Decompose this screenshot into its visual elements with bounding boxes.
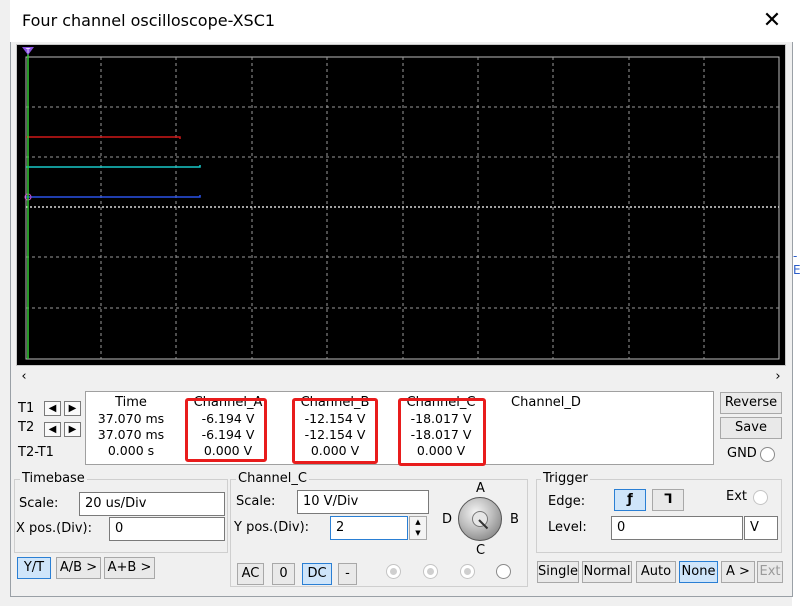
grid-lines [26, 57, 779, 359]
channel-radio-1[interactable] [386, 564, 401, 579]
scroll-right-icon[interactable]: › [770, 369, 786, 384]
edge-falling-button[interactable]: ⅂ [652, 489, 684, 511]
channel-d-column: Channel_D [500, 395, 592, 411]
timebase-group [14, 479, 228, 553]
knob-label-c: C [476, 543, 486, 558]
channel-d-header: Channel_D [511, 395, 581, 410]
window-title: Four channel oscilloscope-XSC1 [22, 11, 276, 30]
edge-label: Edge: [548, 494, 586, 509]
knob-label-a: A [476, 481, 485, 496]
channel-radio-3[interactable] [460, 564, 475, 579]
level-field[interactable]: 0 [611, 516, 743, 540]
edge-rising-button[interactable]: ƒ [614, 489, 646, 511]
mode-ab-button[interactable]: A/B > [56, 557, 101, 579]
scroll-left-icon[interactable]: ‹ [16, 369, 32, 384]
channel-scale-label: Scale: [236, 494, 276, 509]
trigger-source-button[interactable]: A > [721, 561, 755, 583]
gnd-radio[interactable] [760, 447, 775, 462]
xpos-label: X pos.(Div): [16, 521, 92, 536]
channel-radio-4[interactable] [496, 564, 511, 579]
trigger-ext-button[interactable]: Ext [757, 561, 783, 583]
background-edge-mark: -E [793, 249, 801, 277]
gnd-label: GND [727, 446, 757, 461]
trigger-normal-button[interactable]: Normal [582, 561, 632, 583]
rising-edge-icon: ƒ [627, 492, 633, 507]
coupling-dc-button[interactable]: DC [302, 563, 332, 585]
knob-label-d: D [442, 512, 453, 527]
ext-trigger-radio[interactable] [753, 490, 768, 505]
timebase-scale-field[interactable]: 20 us/Div [79, 492, 225, 516]
level-label: Level: [548, 520, 587, 535]
trigger-label: Trigger [541, 471, 590, 486]
stepper-down-icon[interactable]: ▼ [410, 528, 426, 539]
time-t1: 37.070 ms [97, 411, 165, 426]
stepper-up-icon[interactable]: ▲ [410, 517, 426, 528]
cursor-t1-marker: T [25, 47, 31, 55]
trace-channel-c [26, 195, 201, 198]
timebase-scale-label: Scale: [19, 496, 59, 511]
time-t2: 37.070 ms [97, 427, 165, 442]
mode-yt-button[interactable]: Y/T [17, 557, 51, 579]
timebase-label: Timebase [20, 471, 87, 486]
coupling-invert-button[interactable]: - [338, 563, 357, 585]
ypos-label: Y pos.(Div): [234, 520, 310, 535]
trace-channel-a [26, 136, 181, 139]
channel-radio-2[interactable] [423, 564, 438, 579]
background-area [792, 0, 803, 606]
time-diff: 0.000 s [107, 443, 155, 458]
coupling-zero-button[interactable]: 0 [272, 563, 295, 585]
time-header: Time [115, 395, 147, 410]
row-label-t2: T2 [18, 420, 35, 435]
close-icon[interactable]: ✕ [760, 8, 784, 33]
trigger-single-button[interactable]: Single [537, 561, 579, 583]
trigger-none-button[interactable]: None [679, 561, 718, 583]
knob-label-b: B [510, 512, 519, 527]
screen-scrollbar[interactable]: ‹ › [16, 368, 786, 387]
scope-display: T [22, 47, 780, 360]
coupling-ac-button[interactable]: AC [237, 563, 264, 585]
xpos-field[interactable]: 0 [109, 517, 225, 541]
t2-left-arrow-icon[interactable]: ◀ [44, 422, 61, 437]
channel-group-label: Channel_C [236, 471, 309, 486]
trace-channel-b [26, 165, 201, 168]
save-button[interactable]: Save [720, 417, 782, 439]
channel-selector-knob[interactable] [458, 497, 502, 541]
highlight-channel-a [185, 398, 267, 462]
highlight-channel-c [398, 398, 486, 466]
ext-label: Ext [726, 489, 748, 504]
t1-left-arrow-icon[interactable]: ◀ [44, 401, 61, 416]
row-label-t2-t1: T2-T1 [18, 445, 54, 460]
row-label-t1: T1 [18, 401, 35, 416]
t1-right-arrow-icon[interactable]: ▶ [64, 401, 81, 416]
channel-scale-field[interactable]: 10 V/Div [297, 490, 429, 514]
scope-screen[interactable]: T [16, 44, 786, 366]
time-column: Time 37.070 ms 37.070 ms 0.000 s [90, 395, 172, 459]
mode-apb-button[interactable]: A+B > [104, 557, 155, 579]
level-unit-field[interactable]: V [744, 516, 778, 540]
ypos-field[interactable]: 2 [330, 516, 408, 540]
reverse-button[interactable]: Reverse [720, 392, 782, 414]
trigger-auto-button[interactable]: Auto [636, 561, 676, 583]
ypos-stepper[interactable]: ▲ ▼ [409, 516, 427, 540]
t2-right-arrow-icon[interactable]: ▶ [64, 422, 81, 437]
highlight-channel-b [292, 398, 378, 464]
falling-edge-icon: ⅂ [664, 492, 672, 507]
